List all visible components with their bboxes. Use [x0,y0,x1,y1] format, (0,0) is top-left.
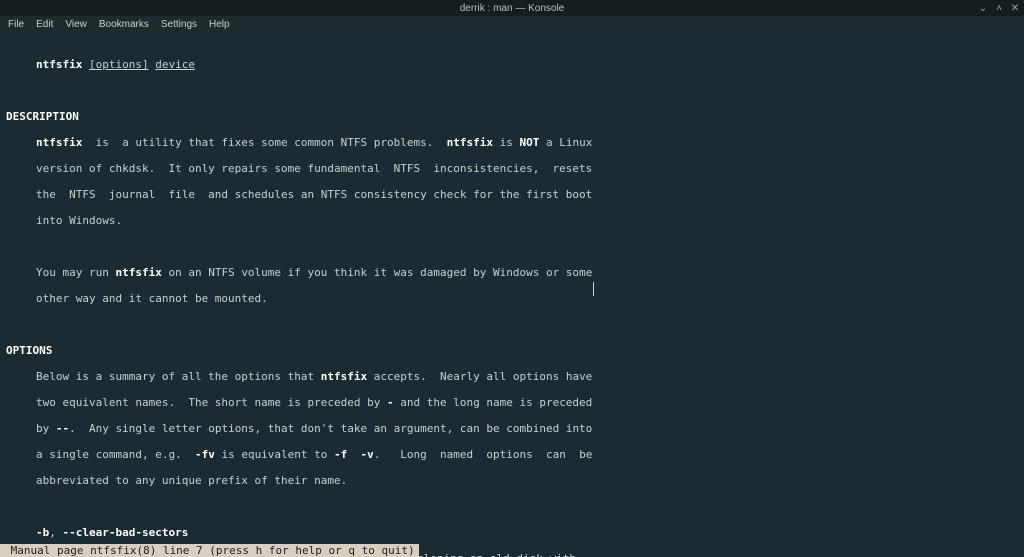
opt-b-long: --clear-bad-sectors [63,526,189,539]
synopsis-cmd: ntfsfix [36,58,82,71]
menu-settings[interactable]: Settings [161,19,197,30]
menu-edit[interactable]: Edit [36,19,53,30]
section-options: OPTIONS [0,344,1024,357]
text-cursor-icon [593,282,594,296]
menubar: File Edit View Bookmarks Settings Help [0,16,1024,32]
menu-help[interactable]: Help [209,19,230,30]
maximize-icon[interactable]: ˄ [994,3,1004,14]
menu-view[interactable]: View [65,19,87,30]
man-page-content: ntfsfix [options] device DESCRIPTION ntf… [0,45,1024,557]
window-controls: ⌄ ˄ ✕ [978,3,1020,14]
minimize-icon[interactable]: ⌄ [978,3,988,14]
opt-b-flag: -b [36,526,49,539]
man-status-line: Manual page ntfsfix(8) line 7 (press h f… [0,544,419,557]
menu-bookmarks[interactable]: Bookmarks [99,19,149,30]
terminal-viewport[interactable]: ntfsfix [options] device DESCRIPTION ntf… [0,32,1024,557]
menu-file[interactable]: File [8,19,24,30]
titlebar: derrik : man — Konsole ⌄ ˄ ✕ [0,0,1024,16]
section-description: DESCRIPTION [0,110,1024,123]
close-icon[interactable]: ✕ [1010,3,1020,14]
synopsis-device: device [155,58,195,71]
synopsis-options: [options] [89,58,149,71]
window-title: derrik : man — Konsole [460,3,565,14]
